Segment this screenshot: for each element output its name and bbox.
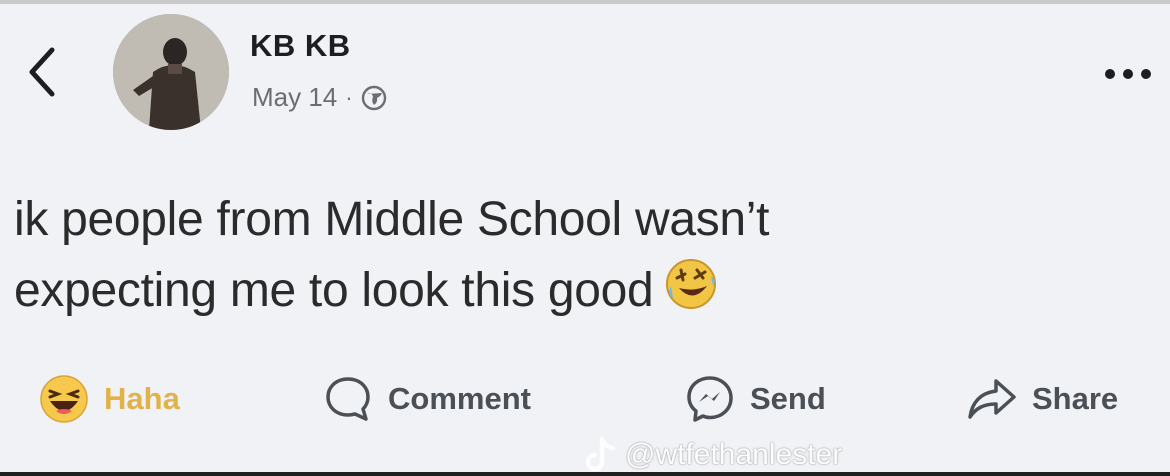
- haha-label: Haha: [104, 381, 180, 416]
- action-bar: Haha Comment Send Share: [0, 364, 1170, 434]
- haha-emoji-icon: [40, 375, 88, 423]
- post-text-line-2-text: expecting me to look this good: [14, 264, 654, 317]
- globe-icon: [361, 85, 386, 110]
- author-name[interactable]: KB KB: [250, 28, 351, 64]
- comment-label: Comment: [388, 381, 531, 416]
- post-text-line-1: ik people from Middle School wasn’t: [14, 193, 770, 246]
- watermark: @wtfethanlester: [585, 436, 842, 474]
- send-button[interactable]: Send: [684, 364, 826, 434]
- haha-reaction-button[interactable]: Haha: [38, 364, 180, 434]
- facebook-post: KB KB May 14 · ik people from Middle Sch…: [0, 4, 1170, 472]
- share-label: Share: [1032, 381, 1119, 416]
- post-text: ik people from Middle School wasn’t expe…: [14, 184, 1154, 326]
- back-arrow-icon[interactable]: [22, 42, 62, 102]
- post-meta: May 14 ·: [252, 82, 387, 113]
- messenger-icon: [687, 376, 733, 422]
- send-label: Send: [750, 381, 826, 416]
- comment-icon: [326, 377, 370, 421]
- rolling-on-floor-laughing-icon: [666, 259, 717, 309]
- post-text-line-2: expecting me to look this good: [14, 255, 1154, 326]
- avatar-photo: [113, 14, 229, 130]
- more-options-icon[interactable]: [1100, 64, 1160, 84]
- avatar[interactable]: [113, 14, 229, 130]
- post-date[interactable]: May 14: [252, 82, 337, 113]
- tiktok-icon: [585, 436, 616, 472]
- watermark-handle: @wtfethanlester: [625, 438, 843, 471]
- share-arrow-icon: [968, 379, 1016, 419]
- comment-button[interactable]: Comment: [322, 364, 531, 434]
- meta-separator: ·: [345, 84, 353, 110]
- bottom-border: [0, 472, 1170, 476]
- share-button[interactable]: Share: [966, 364, 1118, 434]
